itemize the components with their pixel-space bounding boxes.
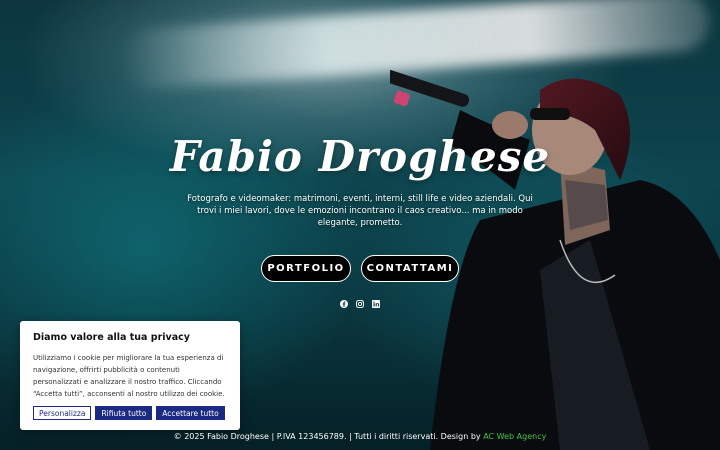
cookie-actions: Personalizza Rifiuta tutto Accettare tut…	[33, 406, 225, 420]
cookie-banner: Diamo valore alla tua privacy Utilizziam…	[20, 321, 240, 430]
portfolio-button[interactable]: PORTFOLIO	[261, 255, 351, 282]
footer: © 2025 Fabio Droghese | P.IVA 123456789.…	[0, 432, 720, 441]
hero-subtitle: Fotografo e videomaker: matrimoni, event…	[187, 194, 533, 228]
linkedin-icon[interactable]	[372, 300, 380, 308]
cookie-banner-title: Diamo valore alla tua privacy	[33, 332, 190, 343]
reject-all-button[interactable]: Rifiuta tutto	[95, 406, 153, 420]
cookie-banner-text: Utilizziamo i cookie per migliorare la t…	[33, 354, 225, 398]
accept-all-button[interactable]: Accettare tutto	[156, 406, 225, 420]
customize-cookies-button[interactable]: Personalizza	[33, 406, 92, 420]
agency-link[interactable]: AC Web Agency	[483, 432, 546, 441]
contact-button[interactable]: CONTATTAMI	[361, 255, 459, 282]
facebook-icon[interactable]	[340, 300, 348, 308]
instagram-icon[interactable]	[356, 300, 364, 308]
footer-text: © 2025 Fabio Droghese | P.IVA 123456789.…	[173, 432, 484, 441]
social-links	[0, 300, 720, 308]
cta-row: PORTFOLIO CONTATTAMI	[0, 255, 720, 282]
site-title: Fabio Droghese	[169, 132, 551, 181]
hero-content: Fabio Droghese Fotografo e videomaker: m…	[0, 132, 720, 308]
